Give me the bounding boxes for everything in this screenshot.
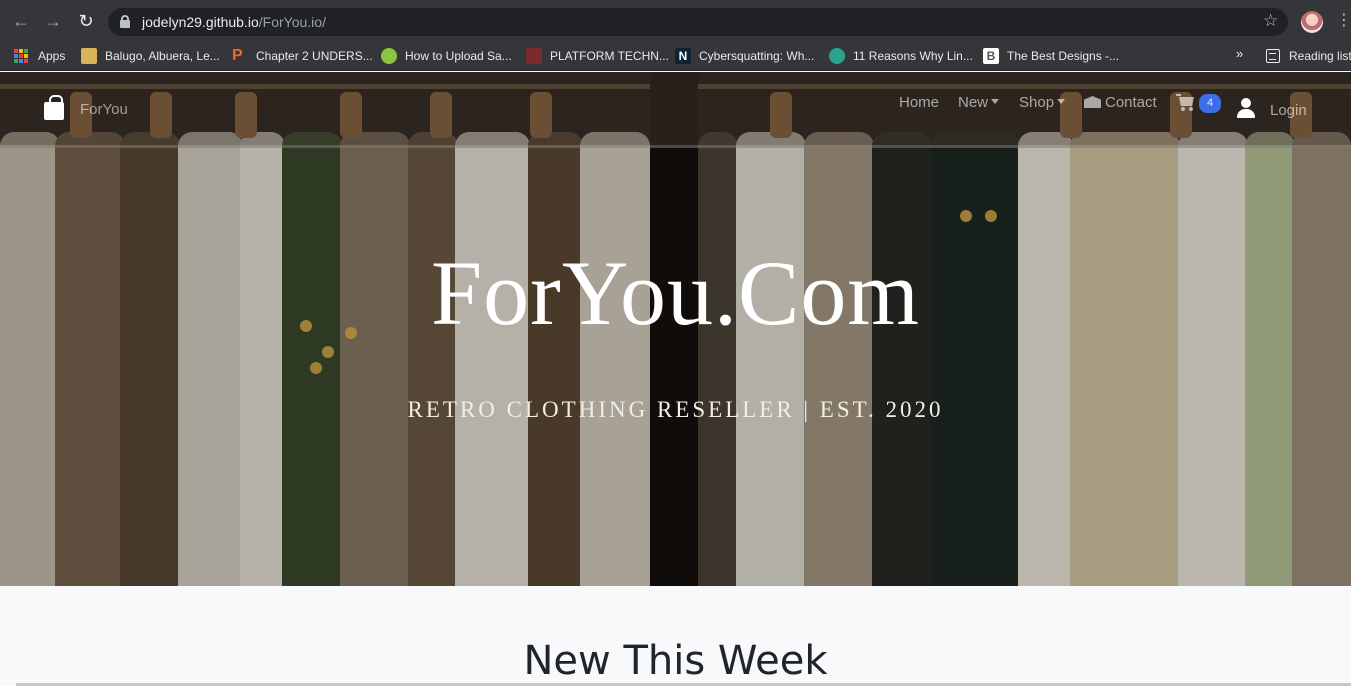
bookmark-label: Cybersquatting: Wh... [699,49,815,63]
n-favicon-icon: N [675,48,691,64]
nav-shop-dropdown[interactable]: Shop [1019,94,1066,111]
bookmarks-bar: Apps Balugo, Albuera, Le... P Chapter 2 … [0,40,1351,71]
caret-down-icon [1057,99,1066,104]
b-favicon-icon: B [983,48,999,64]
bookmark-upload[interactable]: How to Upload Sa... [381,46,512,66]
more-bookmarks-chevron-icon[interactable]: » [1236,46,1243,61]
brand-link[interactable]: ForYou [44,95,128,120]
bookmark-chapter2[interactable]: P Chapter 2 UNDERS... [232,46,373,66]
back-arrow-icon[interactable]: ← [10,10,32,32]
bookmark-platform[interactable]: PLATFORM TECHN... [526,46,669,66]
bookmark-bestdesigns[interactable]: B The Best Designs -... [983,46,1119,66]
reading-list-icon [1266,49,1280,63]
bookmark-11reasons[interactable]: 11 Reasons Why Lin... [829,46,973,66]
bookmark-label: Balugo, Albuera, Le... [105,49,220,63]
bookmark-label: Apps [38,49,66,63]
user-icon[interactable] [1237,98,1255,118]
url-path: /ForYou.io/ [258,14,326,30]
page-viewport: ForYou Home New Shop Contact 4 Login For… [0,72,1351,686]
url-host: jodelyn29.github.io [142,14,259,30]
bookmark-label: 11 Reasons Why Lin... [853,49,973,63]
profile-avatar[interactable] [1301,11,1323,33]
hero-banner: ForYou Home New Shop Contact 4 Login For… [0,72,1351,586]
shopping-bag-icon [44,95,64,120]
bookmark-apps[interactable]: Apps [14,46,65,66]
bookmark-balugo[interactable]: Balugo, Albuera, Le... [81,46,220,66]
address-bar[interactable]: jodelyn29.github.io/ForYou.io/ [108,8,1288,36]
site-navbar: ForYou Home New Shop Contact 4 Login [0,72,1351,148]
section-title: New This Week [523,638,828,684]
bookmark-star-icon[interactable]: ☆ [1263,11,1278,31]
url-text[interactable]: jodelyn29.github.io/ForYou.io/ [142,14,326,30]
envelope-icon [1084,96,1101,108]
browser-toolbar: ← → ↻ jodelyn29.github.io/ForYou.io/ ☆ ⋮ [0,0,1351,40]
caret-down-icon [991,99,1000,104]
bookmark-label: PLATFORM TECHN... [550,49,669,63]
site-favicon-icon [81,48,97,64]
nav-shop-label: Shop [1019,94,1055,111]
nav-new-label: New [958,94,989,111]
lock-icon [120,15,130,28]
reading-list-label: Reading list [1289,49,1351,63]
site-favicon-icon [381,48,397,64]
nav-home[interactable]: Home [899,94,939,111]
bookmark-label: Chapter 2 UNDERS... [256,49,373,63]
brand-label: ForYou [80,100,128,118]
bookmark-cybersquatting[interactable]: N Cybersquatting: Wh... [675,46,814,66]
hero-subtitle: RETRO CLOTHING RESELLER | EST. 2020 [407,397,944,422]
cart-count-badge[interactable]: 4 [1199,94,1221,113]
menu-kebab-icon[interactable]: ⋮ [1336,12,1351,30]
nav-new-dropdown[interactable]: New [958,94,1000,111]
apps-grid-icon [14,49,28,63]
nav-contact[interactable]: Contact [1084,94,1157,111]
reading-list-button[interactable]: Reading list [1266,46,1351,66]
forward-arrow-icon[interactable]: → [42,10,64,32]
p-favicon-icon: P [232,47,243,64]
nav-login[interactable]: Login [1270,102,1307,119]
bookmark-label: The Best Designs -... [1007,49,1120,63]
nav-contact-label: Contact [1105,94,1157,111]
cart-icon[interactable] [1176,94,1196,112]
hero-title: ForYou.Com [431,242,920,344]
reload-icon[interactable]: ↻ [75,10,97,32]
site-favicon-icon [829,48,845,64]
bookmark-label: How to Upload Sa... [405,49,512,63]
site-favicon-icon [526,48,542,64]
